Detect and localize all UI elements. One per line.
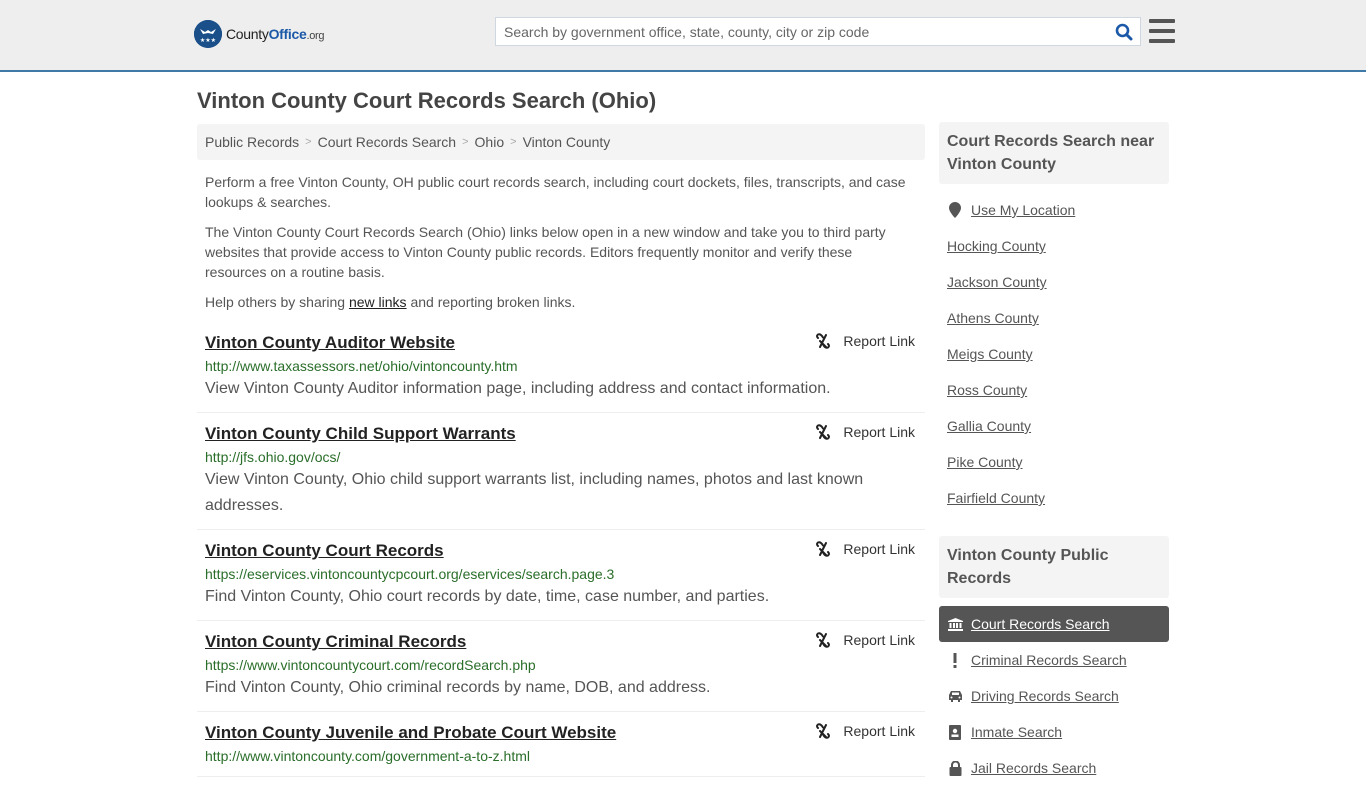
result-title-link[interactable]: Vinton County Court Records [205, 540, 444, 562]
result-title-link[interactable]: Vinton County Juvenile and Probate Court… [205, 722, 616, 744]
result-item: Vinton County Auditor Website Report Lin… [197, 322, 925, 413]
report-link-button[interactable]: Report Link [815, 541, 915, 557]
intro-text-before: Help others by sharing [205, 294, 349, 310]
nearby-county-link[interactable]: Pike County [939, 444, 1169, 480]
nearby-county-link[interactable]: Meigs County [939, 336, 1169, 372]
breadcrumb-public-records[interactable]: Public Records [205, 134, 299, 150]
svg-text:★★★: ★★★ [200, 37, 216, 44]
result-title-link[interactable]: Vinton County Criminal Records [205, 631, 466, 653]
breadcrumb-court-records-search[interactable]: Court Records Search [318, 134, 457, 150]
new-links-link[interactable]: new links [349, 294, 407, 310]
logo-office: Office [268, 26, 307, 42]
result-url: http://jfs.ohio.gov/ocs/ [205, 449, 341, 465]
breadcrumb-separator: > [462, 136, 469, 148]
report-link-label: Report Link [843, 541, 915, 557]
id-badge-icon [947, 724, 963, 740]
breadcrumb-ohio[interactable]: Ohio [475, 134, 505, 150]
search-button[interactable] [1108, 18, 1140, 45]
result-url: http://www.taxassessors.net/ohio/vintonc… [205, 358, 518, 374]
nav-label: Driving Records Search [971, 688, 1119, 704]
result-url: http://www.vintoncounty.com/government-a… [205, 748, 530, 764]
broken-link-icon [816, 541, 831, 557]
site-header: ★★★ CountyOffice.org [0, 0, 1366, 72]
map-marker-icon [947, 202, 963, 218]
logo-tld: .org [306, 30, 325, 42]
main-content: Public Records > Court Records Search > … [197, 124, 925, 777]
nav-inmate-search[interactable]: Inmate Search [939, 714, 1169, 750]
nearby-county-link[interactable]: Jackson County [939, 264, 1169, 300]
intro-paragraph-2: The Vinton County Court Records Search (… [205, 224, 886, 280]
nearby-county-link[interactable]: Gallia County [939, 408, 1169, 444]
hamburger-menu-icon[interactable] [1149, 19, 1175, 43]
broken-link-icon [816, 723, 831, 739]
public-records-heading: Vinton County Public Records [939, 536, 1169, 598]
public-records-nav: Court Records Search Criminal Records Se… [939, 598, 1169, 786]
breadcrumb-vinton-county[interactable]: Vinton County [523, 134, 611, 150]
page-title: Vinton County Court Records Search (Ohio… [197, 88, 657, 113]
report-link-button[interactable]: Report Link [815, 424, 915, 440]
result-description: Find Vinton County, Ohio criminal record… [205, 679, 711, 696]
report-link-label: Report Link [843, 424, 915, 440]
search-icon [1115, 23, 1133, 40]
nav-court-records-search[interactable]: Court Records Search [939, 606, 1169, 642]
report-link-button[interactable]: Report Link [815, 723, 915, 739]
exclamation-icon [947, 652, 963, 668]
result-title-link[interactable]: Vinton County Auditor Website [205, 332, 455, 354]
result-title-link[interactable]: Vinton County Child Support Warrants [205, 423, 516, 445]
broken-link-icon [816, 424, 831, 440]
result-description: Find Vinton County, Ohio court records b… [205, 588, 770, 605]
logo-text: CountyOffice.org [226, 26, 325, 42]
lock-icon [947, 760, 963, 776]
result-url: https://www.vintoncountycourt.com/record… [205, 657, 536, 673]
result-description: View Vinton County, Ohio child support w… [205, 471, 864, 514]
report-link-button[interactable]: Report Link [815, 632, 915, 648]
nearby-county-link[interactable]: Fairfield County [939, 480, 1169, 516]
result-item: Vinton County Child Support Warrants Rep… [197, 413, 925, 530]
intro-paragraph-3: Help others by sharing new links and rep… [205, 292, 917, 312]
nearby-county-link[interactable]: Athens County [939, 300, 1169, 336]
breadcrumb: Public Records > Court Records Search > … [197, 124, 925, 160]
nearby-heading: Court Records Search near Vinton County [939, 122, 1169, 184]
search-input[interactable] [496, 18, 1108, 45]
sidebar: Court Records Search near Vinton County … [939, 122, 1169, 786]
logo-county: County [226, 26, 269, 42]
result-url: https://eservices.vintoncountycpcourt.or… [205, 566, 615, 582]
intro-text-after: and reporting broken links. [406, 294, 576, 310]
nav-label: Court Records Search [971, 616, 1110, 632]
breadcrumb-separator: > [510, 136, 517, 148]
intro-paragraph-1: Perform a free Vinton County, OH public … [205, 174, 906, 210]
nav-jail-records-search[interactable]: Jail Records Search [939, 750, 1169, 786]
courthouse-icon [947, 617, 963, 631]
result-item: Vinton County Court Records Report Link … [197, 530, 925, 621]
use-my-location-label: Use My Location [971, 202, 1076, 218]
car-icon [947, 690, 963, 702]
results-list: Vinton County Auditor Website Report Lin… [197, 322, 925, 777]
result-item: Vinton County Criminal Records Report Li… [197, 621, 925, 712]
result-description: View Vinton County Auditor information p… [205, 380, 831, 397]
breadcrumb-separator: > [305, 136, 312, 148]
report-link-label: Report Link [843, 632, 915, 648]
intro-text: Perform a free Vinton County, OH public … [197, 172, 925, 312]
result-item: Vinton County Juvenile and Probate Court… [197, 712, 925, 777]
nearby-county-link[interactable]: Ross County [939, 372, 1169, 408]
nav-driving-records-search[interactable]: Driving Records Search [939, 678, 1169, 714]
nearby-list: Use My Location Hocking County Jackson C… [939, 184, 1169, 524]
report-link-label: Report Link [843, 333, 915, 349]
use-my-location-link[interactable]: Use My Location [939, 192, 1169, 228]
report-link-button[interactable]: Report Link [815, 333, 915, 349]
logo-eagle-icon: ★★★ [194, 20, 222, 48]
broken-link-icon [816, 333, 831, 349]
broken-link-icon [816, 632, 831, 648]
search-bar [495, 17, 1141, 46]
nearby-county-link[interactable]: Hocking County [939, 228, 1169, 264]
report-link-label: Report Link [843, 723, 915, 739]
nav-criminal-records-search[interactable]: Criminal Records Search [939, 642, 1169, 678]
nav-label: Jail Records Search [971, 760, 1097, 776]
nav-label: Criminal Records Search [971, 652, 1127, 668]
site-logo[interactable]: ★★★ CountyOffice.org [194, 20, 325, 48]
nav-label: Inmate Search [971, 724, 1063, 740]
